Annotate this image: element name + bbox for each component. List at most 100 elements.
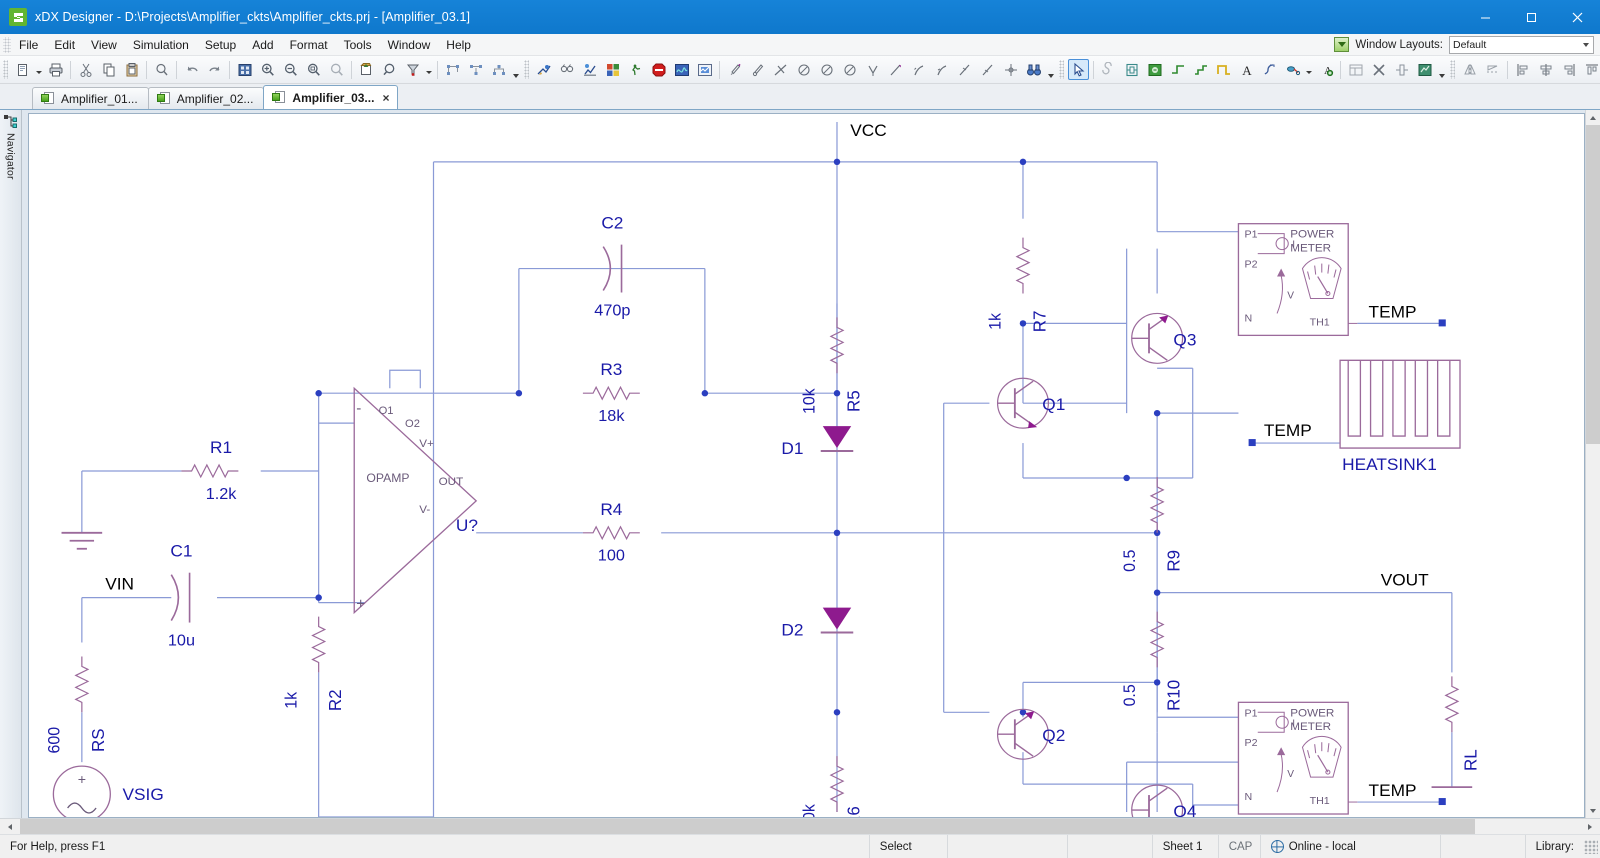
menu-setup[interactable]: Setup (197, 36, 244, 54)
undo-icon[interactable] (181, 59, 202, 80)
net-label-temp-top[interactable]: TEMP (1369, 303, 1417, 322)
ground-probe-icon[interactable] (862, 59, 883, 80)
analysis-icon[interactable] (579, 59, 600, 80)
toolbar-grip-4[interactable] (1450, 60, 1455, 79)
delete-x-icon[interactable] (1368, 59, 1389, 80)
align-top-icon[interactable] (1581, 59, 1600, 80)
resistor-R4[interactable]: R4 100 (582, 500, 641, 565)
transistor-Q3[interactable]: Q3 (1131, 312, 1197, 364)
toolbar-overflow-1[interactable] (510, 59, 521, 81)
net-name-icon[interactable] (1259, 59, 1280, 80)
power-meter-bottom[interactable]: P1 P2 N TH1 POWER METER I V (1237, 701, 1358, 815)
run-sim-icon[interactable] (533, 59, 554, 80)
symbol-icon[interactable] (1121, 59, 1142, 80)
diode-D1[interactable]: D1 (781, 426, 854, 458)
opamp-U[interactable]: - + O1 O2 V+ V- OUT OPAMP U? (353, 369, 478, 615)
stop-sim-icon[interactable] (648, 59, 669, 80)
resistor-R1[interactable]: R1 1.2k (180, 438, 239, 503)
probe-i-icon[interactable] (747, 59, 768, 80)
menu-add[interactable]: Add (244, 36, 281, 54)
align-right-icon[interactable] (1558, 59, 1579, 80)
netlist-1-icon[interactable] (442, 59, 463, 80)
menu-format[interactable]: Format (282, 36, 336, 54)
resistor-R3[interactable]: R3 18k (582, 360, 641, 425)
resistor-R2[interactable]: R2 1k (282, 615, 345, 712)
fit-window-icon[interactable] (234, 59, 255, 80)
component-icon[interactable] (1144, 59, 1165, 80)
new-document-icon[interactable] (12, 59, 33, 80)
menu-help[interactable]: Help (438, 36, 479, 54)
tab-close-icon[interactable]: × (382, 91, 389, 105)
zoom-previous-icon[interactable] (326, 59, 347, 80)
probe-v-icon[interactable] (724, 59, 745, 80)
wire-bus-icon[interactable] (1213, 59, 1234, 80)
tab-amplifier-01[interactable]: Amplifier_01... (32, 87, 149, 109)
netlist-3-icon[interactable] (488, 59, 509, 80)
zoom-select-icon[interactable] (379, 59, 400, 80)
menu-grip-handle[interactable] (3, 36, 11, 53)
vertical-scroll-track[interactable] (1586, 444, 1600, 803)
resistor-R7[interactable]: R7 1k (986, 237, 1049, 333)
text-icon[interactable]: A (1236, 59, 1257, 80)
marker-5-icon[interactable] (977, 59, 998, 80)
resistor-R6[interactable]: R6 10k (800, 755, 863, 817)
menu-file[interactable]: File (11, 36, 46, 54)
meter-2-icon[interactable] (816, 59, 837, 80)
zoom-in-icon[interactable] (257, 59, 278, 80)
schematic-canvas[interactable]: VCC VIN VOUT TEMP TEMP TEMP R1 1.2k R2 1… (28, 113, 1585, 818)
marker-2-icon[interactable] (908, 59, 929, 80)
transistor-Q2[interactable]: Q2 (996, 708, 1066, 760)
capacitor-C2[interactable]: C2 470p (594, 214, 630, 320)
align-center-icon[interactable] (1535, 59, 1556, 80)
net-label-temp-bottom[interactable]: TEMP (1369, 781, 1417, 800)
resistor-RS[interactable]: RS 600 (45, 655, 108, 754)
toolbar-grip-1[interactable] (3, 60, 8, 79)
scroll-down-icon[interactable] (1586, 803, 1600, 818)
power-meter-top[interactable]: P1 P2 N TH1 POWER METER I V (1237, 223, 1358, 337)
horizontal-scrollbar[interactable] (0, 818, 1600, 834)
marker-3-icon[interactable] (931, 59, 952, 80)
meter-3-icon[interactable] (839, 59, 860, 80)
net-label-vcc[interactable]: VCC (850, 121, 886, 140)
toolbar-grip-2[interactable] (524, 60, 529, 79)
push-into-icon[interactable] (356, 59, 377, 80)
resize-grip-icon[interactable] (1584, 839, 1598, 854)
menu-edit[interactable]: Edit (46, 36, 83, 54)
horizontal-scroll-thumb[interactable] (20, 819, 1475, 834)
scroll-up-icon[interactable] (1586, 110, 1600, 125)
meter-1-icon[interactable] (793, 59, 814, 80)
select-arrow-icon[interactable] (1068, 59, 1089, 80)
transistor-Q4[interactable]: Q4 (1131, 784, 1197, 817)
menu-simulation[interactable]: Simulation (125, 36, 197, 54)
heatsink-HEATSINK1[interactable]: HEATSINK1 (1339, 359, 1461, 474)
pin-add-icon[interactable]: A (1315, 59, 1336, 80)
mirror-v-icon[interactable] (1482, 59, 1503, 80)
swap-icon[interactable] (1391, 59, 1412, 80)
resistor-RL[interactable]: RL (1445, 675, 1481, 771)
vertical-scrollbar[interactable] (1585, 110, 1600, 818)
wire-step-icon[interactable] (1190, 59, 1211, 80)
close-button[interactable] (1554, 0, 1600, 34)
palette-icon[interactable] (602, 59, 623, 80)
binocular-icon[interactable] (1023, 59, 1044, 80)
menu-tools[interactable]: Tools (336, 36, 380, 54)
pin-dropdown-icon[interactable] (1304, 59, 1314, 80)
wire-l-icon[interactable] (1167, 59, 1188, 80)
net-label-vout[interactable]: VOUT (1381, 571, 1430, 590)
print-icon[interactable] (45, 59, 66, 80)
resistor-R9[interactable]: R9 0.5 (1121, 476, 1184, 572)
plot-window-icon[interactable] (694, 59, 715, 80)
run-fast-icon[interactable] (625, 59, 646, 80)
pin-icon[interactable] (1282, 59, 1303, 80)
zoom-out-icon[interactable] (280, 59, 301, 80)
menu-window[interactable]: Window (380, 36, 439, 54)
paste-icon[interactable] (121, 59, 142, 80)
find-icon[interactable] (151, 59, 172, 80)
netlist-2-icon[interactable] (465, 59, 486, 80)
resistor-R10[interactable]: R10 0.5 (1121, 610, 1184, 711)
filter-icon[interactable] (402, 59, 423, 80)
tab-amplifier-02[interactable]: Amplifier_02... (147, 87, 265, 109)
probe-diff-icon[interactable] (770, 59, 791, 80)
toolbar-grip-3[interactable] (1059, 60, 1064, 79)
redo-icon[interactable] (204, 59, 225, 80)
